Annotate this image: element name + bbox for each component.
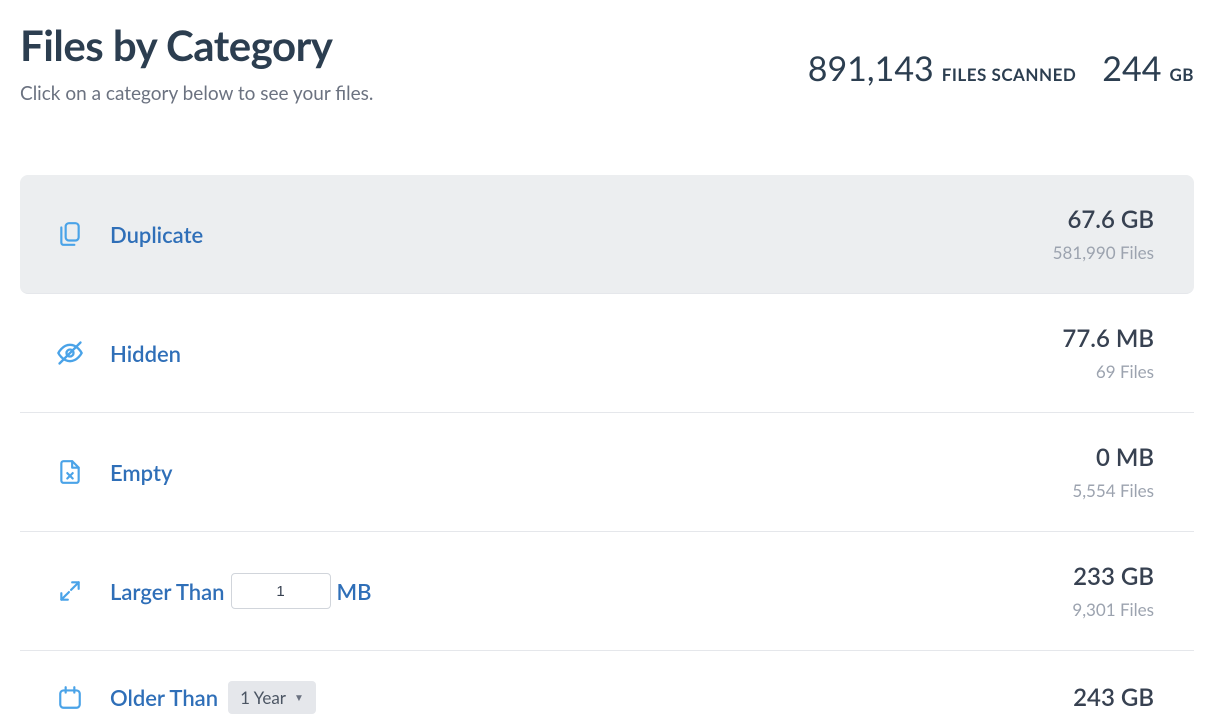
category-name: Empty xyxy=(110,459,172,486)
category-right: 77.6 MB 69 Files xyxy=(1062,324,1154,382)
empty-file-icon xyxy=(56,458,84,486)
category-left: Larger Than MB xyxy=(56,573,372,609)
category-left: Older Than 1 Year ▼ xyxy=(56,681,316,714)
category-size: 0 MB xyxy=(1096,443,1154,472)
category-row-older-than[interactable]: Older Than 1 Year ▼ 243 GB xyxy=(20,651,1194,714)
category-files: 69 Files xyxy=(1096,361,1154,382)
total-size-label: GB xyxy=(1169,64,1194,85)
header: Files by Category Click on a category be… xyxy=(20,20,1194,105)
category-row-duplicate[interactable]: Duplicate 67.6 GB 581,990 Files xyxy=(20,175,1194,294)
category-left: Duplicate xyxy=(56,220,203,248)
category-files: 9,301 Files xyxy=(1072,599,1154,620)
category-right: 233 GB 9,301 Files xyxy=(1072,562,1154,620)
page-title: Files by Category xyxy=(20,20,373,70)
calendar-icon xyxy=(56,684,84,712)
page-subtitle: Click on a category below to see your fi… xyxy=(20,82,373,105)
hidden-icon xyxy=(56,339,84,367)
categories-list: Duplicate 67.6 GB 581,990 Files Hidden xyxy=(20,175,1194,714)
category-left: Hidden xyxy=(56,339,181,367)
unit-label: MB xyxy=(337,578,372,605)
age-dropdown[interactable]: 1 Year ▼ xyxy=(228,681,316,714)
chevron-down-icon: ▼ xyxy=(294,692,304,704)
category-name-prefix: Older Than xyxy=(110,684,218,711)
category-right: 0 MB 5,554 Files xyxy=(1072,443,1154,501)
larger-than-controls: Larger Than MB xyxy=(110,573,372,609)
category-row-hidden[interactable]: Hidden 77.6 MB 69 Files xyxy=(20,294,1194,413)
category-right: 67.6 GB 581,990 Files xyxy=(1053,205,1154,263)
files-scanned-label: FILES SCANNED xyxy=(942,64,1077,85)
category-size: 67.6 GB xyxy=(1067,205,1154,234)
category-name: Hidden xyxy=(110,340,181,367)
expand-icon xyxy=(56,577,84,605)
category-files: 581,990 Files xyxy=(1053,242,1154,263)
category-left: Empty xyxy=(56,458,172,486)
total-size-count: 244 xyxy=(1102,48,1161,89)
size-threshold-input[interactable] xyxy=(231,573,331,609)
category-row-larger-than[interactable]: Larger Than MB 233 GB 9,301 Files xyxy=(20,532,1194,651)
duplicate-icon xyxy=(56,220,84,248)
category-size: 233 GB xyxy=(1073,562,1154,591)
header-stats: 891,143 FILES SCANNED 244 GB xyxy=(808,20,1194,89)
header-left: Files by Category Click on a category be… xyxy=(20,20,373,105)
older-than-controls: Older Than 1 Year ▼ xyxy=(110,681,316,714)
category-name: Duplicate xyxy=(110,221,203,248)
category-files: 5,554 Files xyxy=(1072,480,1154,501)
category-row-empty[interactable]: Empty 0 MB 5,554 Files xyxy=(20,413,1194,532)
category-size: 77.6 MB xyxy=(1062,324,1154,353)
dropdown-value: 1 Year xyxy=(240,687,286,708)
files-scanned-count: 891,143 xyxy=(808,48,934,89)
category-name-prefix: Larger Than xyxy=(110,578,225,605)
